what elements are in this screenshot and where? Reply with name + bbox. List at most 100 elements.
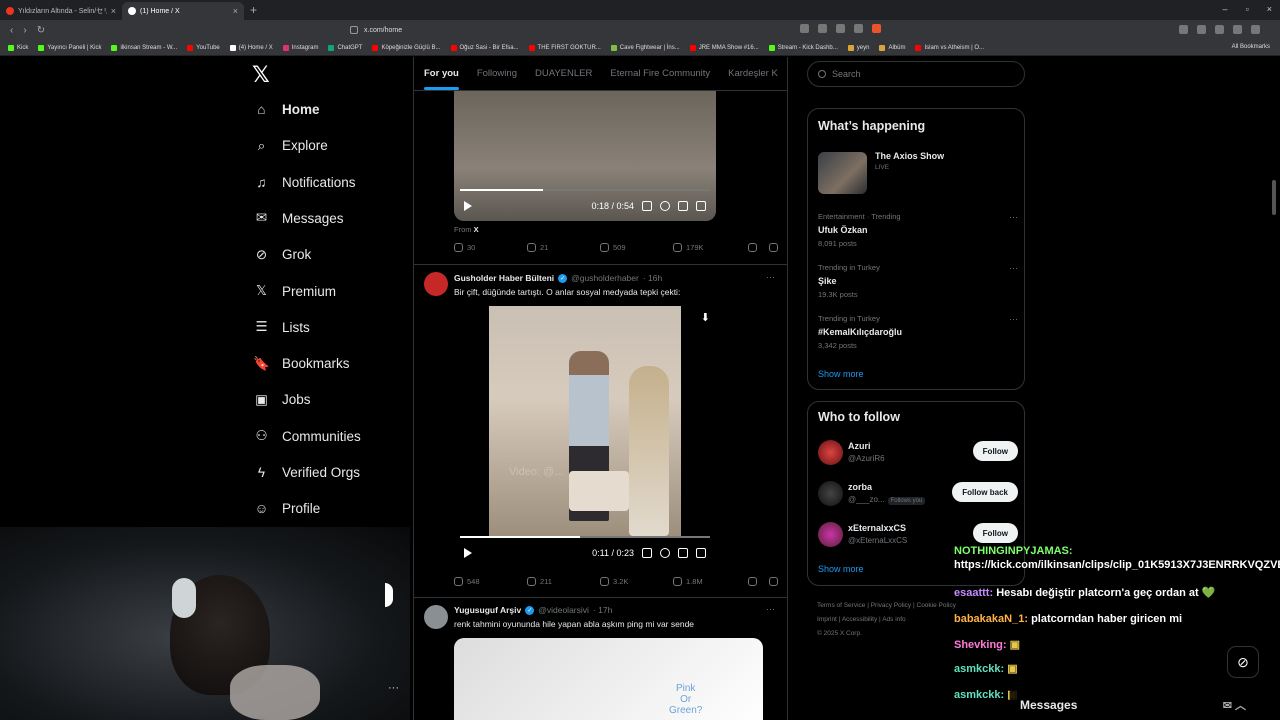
bookmark-item[interactable]: Albüm <box>879 44 905 51</box>
like-button[interactable]: 3.2K <box>600 577 673 586</box>
bookmark-item[interactable]: (4) Home / X <box>229 44 273 51</box>
settings-icon[interactable] <box>660 548 670 558</box>
bookmark-item[interactable]: Kick <box>8 44 28 51</box>
footer-link[interactable]: Imprint <box>817 616 837 623</box>
bookmark-icon[interactable] <box>748 577 757 586</box>
user-name[interactable]: zorba <box>848 482 872 492</box>
pip-icon[interactable] <box>678 548 688 558</box>
trend-item[interactable]: Trending in Turkey #KemalKılıçdaroğlu 3,34… <box>818 314 1018 350</box>
bookmark-item[interactable]: Köpeğinizle Güçlü B... <box>372 44 441 51</box>
tab-following[interactable]: Following <box>477 68 517 79</box>
more-icon[interactable]: ··· <box>766 272 775 282</box>
x-logo[interactable]: 𝕏 <box>252 63 270 88</box>
views-button[interactable]: 179K <box>673 243 746 252</box>
extension-icon[interactable] <box>1233 25 1242 34</box>
avatar[interactable] <box>424 605 448 629</box>
reload-button[interactable]: ↻ <box>37 25 45 36</box>
nav-item-premium[interactable]: 𝕏 Premium <box>253 283 336 300</box>
all-bookmarks-button[interactable]: All Bookmarks <box>1232 44 1270 50</box>
footer-link[interactable]: Privacy Policy <box>871 602 911 609</box>
bookmark-item[interactable]: Yayıncı Paneli | Kick <box>38 44 101 51</box>
volume-icon[interactable] <box>642 548 652 558</box>
author-handle[interactable]: @videolarsivi <box>538 605 589 615</box>
bookmark-item[interactable]: Stream - Kick Dashb... <box>768 44 838 51</box>
repost-button[interactable]: 21 <box>527 243 600 252</box>
bookmark-item[interactable]: yeyn <box>847 44 869 51</box>
live-title[interactable]: The Axios Show <box>875 151 944 161</box>
back-button[interactable]: ‹ <box>10 25 13 36</box>
play-icon[interactable] <box>464 201 472 211</box>
video-player[interactable]: 0:18 / 0:54 <box>454 91 716 221</box>
tab-duayenler[interactable]: DUAYENLER <box>535 68 592 79</box>
avatar[interactable] <box>424 272 448 296</box>
avatar[interactable] <box>818 440 843 465</box>
author-name[interactable]: Gusholder Haber Bülteni <box>454 273 554 283</box>
volume-icon[interactable] <box>642 201 652 211</box>
share-icon[interactable] <box>769 577 778 586</box>
live-thumbnail[interactable] <box>818 152 867 194</box>
nav-item-home[interactable]: ⌂ Home <box>253 101 319 118</box>
download-icon[interactable]: ⬇ <box>701 311 710 324</box>
brave-shield-icon[interactable] <box>872 24 881 33</box>
reply-button[interactable]: 548 <box>454 577 527 586</box>
more-icon[interactable]: ··· <box>1009 314 1018 324</box>
trend-item[interactable]: Trending in Turkey Şike 19.3K posts ··· <box>818 263 1018 299</box>
share-icon[interactable] <box>836 24 845 33</box>
nav-item-bookmarks[interactable]: 🔖 Bookmarks <box>253 355 349 372</box>
bookmark-item[interactable]: Oğuz Sasi - Bir Efsa... <box>450 44 519 51</box>
follow-button[interactable]: Follow back <box>952 482 1018 502</box>
show-more-link[interactable]: Show more <box>818 564 864 574</box>
bookmark-item[interactable]: JRE MMA Show #16... <box>689 44 759 51</box>
more-icon[interactable]: ··· <box>1009 263 1018 273</box>
bookmark-item[interactable]: Instagram <box>282 44 318 51</box>
grok-icon[interactable]: ⊘ <box>1227 646 1259 678</box>
tab-eternal-fire[interactable]: Eternal Fire Community <box>610 68 710 79</box>
nav-item-lists[interactable]: ☰ Lists <box>253 319 309 336</box>
tweet-time[interactable]: · 17h <box>593 605 612 615</box>
zoom-icon[interactable] <box>818 24 827 33</box>
pip-icon[interactable] <box>678 201 688 211</box>
bookmark-item[interactable]: ChatGPT <box>328 44 362 51</box>
search-input[interactable]: Search <box>807 61 1025 87</box>
trend-item[interactable]: Entertainment · Trending Ufuk Özkan 8,091 … <box>818 212 1018 248</box>
tab-for-you[interactable]: For you <box>424 68 459 90</box>
extension-icon[interactable] <box>1197 25 1206 34</box>
avatar[interactable] <box>818 481 843 506</box>
user-name[interactable]: Azuri <box>848 441 871 451</box>
nav-item-messages[interactable]: ✉ Messages <box>253 210 344 227</box>
nav-item-notifications[interactable]: ♫ Notifications <box>253 174 355 191</box>
follow-suggestion[interactable]: zorba @___zo... Follows you Follow back <box>818 477 1018 509</box>
new-tab-button[interactable]: + <box>250 3 257 17</box>
avatar[interactable] <box>818 522 843 547</box>
bookmark-item[interactable]: ilkinsan Stream - W... <box>111 44 177 51</box>
more-icon[interactable]: ··· <box>1009 212 1018 222</box>
menu-icon[interactable] <box>1251 25 1260 34</box>
nav-item-jobs[interactable]: ▣ Jobs <box>253 391 310 408</box>
nav-item-communities[interactable]: ⚇ Communities <box>253 428 360 445</box>
tab-kardesler[interactable]: Kardeşler K <box>728 68 778 79</box>
forward-button[interactable]: › <box>23 25 26 36</box>
video-player[interactable]: Pink Or Green? <box>454 638 763 720</box>
footer-link[interactable]: Terms of Service <box>817 602 865 609</box>
show-more-link[interactable]: Show more <box>818 369 864 379</box>
nav-item-grok[interactable]: ⊘ Grok <box>253 246 311 263</box>
tweet-time[interactable]: · 16h <box>643 273 662 283</box>
footer-link[interactable]: Cookie Policy <box>917 602 956 609</box>
video-player[interactable]: Video: @... ⬇ 0:11 / 0:23 <box>454 306 716 568</box>
user-name[interactable]: xEternalxxCS <box>848 523 906 533</box>
nav-item-explore[interactable]: ⌕ Explore <box>253 137 328 154</box>
compose-message-icon[interactable]: ✉ ︿ <box>1223 697 1246 713</box>
bookmark-star-icon[interactable] <box>854 24 863 33</box>
nav-item-verified-orgs[interactable]: ϟ Verified Orgs <box>253 464 360 481</box>
share-icon[interactable] <box>769 243 778 252</box>
fullscreen-icon[interactable] <box>696 548 706 558</box>
follow-button[interactable]: Follow <box>972 441 1018 461</box>
extension-icon[interactable] <box>1215 25 1224 34</box>
close-window-button[interactable]: × <box>1267 4 1272 14</box>
from-source-link[interactable]: X <box>474 225 479 234</box>
minimize-button[interactable]: – <box>1223 4 1228 14</box>
follow-button[interactable]: Follow <box>972 523 1018 543</box>
fullscreen-icon[interactable] <box>696 201 706 211</box>
site-info-icon[interactable] <box>350 26 358 34</box>
like-button[interactable]: 509 <box>600 243 673 252</box>
